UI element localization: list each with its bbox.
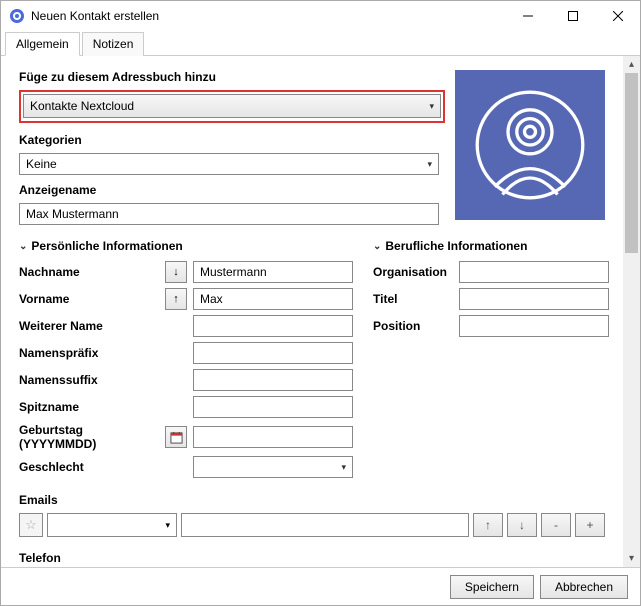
prefix-label: Namenspräfix	[19, 346, 159, 360]
categories-select[interactable]: Keine ▾	[19, 153, 439, 175]
lastname-input[interactable]: Mustermann	[193, 261, 353, 283]
email-type-select[interactable]: ▾	[47, 513, 177, 537]
firstname-input[interactable]: Max	[193, 288, 353, 310]
chevron-down-icon: ▾	[341, 462, 346, 473]
tab-notes[interactable]: Notizen	[82, 32, 145, 56]
title-input[interactable]	[459, 288, 609, 310]
nickname-input[interactable]	[193, 396, 353, 418]
cancel-button[interactable]: Abbrechen	[540, 575, 628, 599]
email-up-button[interactable]: ↑	[473, 513, 503, 537]
app-icon	[9, 8, 25, 24]
prefix-input[interactable]	[193, 342, 353, 364]
chevron-down-icon: ▾	[429, 101, 434, 112]
suffix-label: Namenssuffix	[19, 373, 159, 387]
org-label: Organisation	[373, 265, 453, 279]
minimize-button[interactable]	[505, 1, 550, 31]
scroll-track[interactable]	[623, 253, 640, 550]
avatar-placeholder[interactable]	[455, 70, 605, 220]
business-header[interactable]: ⌄ Berufliche Informationen	[373, 239, 609, 253]
displayname-label: Anzeigename	[19, 183, 445, 197]
close-button[interactable]	[595, 1, 640, 31]
email-add-button[interactable]: +	[575, 513, 605, 537]
phone-header: Telefon	[19, 551, 605, 565]
scrollbar[interactable]: ▴ ▾	[623, 56, 640, 567]
othername-label: Weiterer Name	[19, 319, 159, 333]
addressbook-select[interactable]: Kontakte Nextcloud ▾	[23, 94, 441, 118]
position-label: Position	[373, 319, 453, 333]
suffix-input[interactable]	[193, 369, 353, 391]
birthday-label: Geburtstag (YYYYMMDD)	[19, 423, 159, 451]
move-up-button[interactable]: ↑	[165, 288, 187, 310]
email-down-button[interactable]: ↓	[507, 513, 537, 537]
title-label: Titel	[373, 292, 453, 306]
personal-header[interactable]: ⌄ Persönliche Informationen	[19, 239, 353, 253]
scroll-down-arrow[interactable]: ▾	[623, 550, 640, 567]
othername-input[interactable]	[193, 315, 353, 337]
email-input[interactable]	[181, 513, 469, 537]
categories-label: Kategorien	[19, 133, 445, 147]
lastname-label: Nachname	[19, 265, 159, 279]
calendar-button[interactable]	[165, 426, 187, 448]
gender-select[interactable]: ▾	[193, 456, 353, 478]
org-input[interactable]	[459, 261, 609, 283]
emails-header: Emails	[19, 493, 605, 507]
gender-label: Geschlecht	[19, 460, 159, 474]
scroll-thumb[interactable]	[625, 73, 638, 253]
scroll-up-arrow[interactable]: ▴	[623, 56, 640, 73]
addressbook-value: Kontakte Nextcloud	[30, 99, 134, 113]
chevron-down-icon: ⌄	[373, 241, 381, 252]
addressbook-highlight: Kontakte Nextcloud ▾	[19, 90, 445, 123]
maximize-button[interactable]	[550, 1, 595, 31]
tab-general[interactable]: Allgemein	[5, 32, 80, 56]
firstname-label: Vorname	[19, 292, 159, 306]
displayname-input[interactable]: Max Mustermann	[19, 203, 439, 225]
chevron-down-icon: ⌄	[19, 241, 27, 252]
chevron-down-icon: ▾	[427, 159, 432, 170]
email-remove-button[interactable]: -	[541, 513, 571, 537]
move-down-button[interactable]: ↓	[165, 261, 187, 283]
window-title: Neuen Kontakt erstellen	[31, 9, 505, 23]
save-button[interactable]: Speichern	[450, 575, 534, 599]
birthday-input[interactable]	[193, 426, 353, 448]
star-button[interactable]: ☆	[19, 513, 43, 537]
addressbook-label: Füge zu diesem Adressbuch hinzu	[19, 70, 445, 84]
position-input[interactable]	[459, 315, 609, 337]
nickname-label: Spitzname	[19, 400, 159, 414]
chevron-down-icon: ▾	[165, 520, 170, 531]
categories-value: Keine	[26, 157, 57, 171]
displayname-value: Max Mustermann	[26, 207, 119, 221]
